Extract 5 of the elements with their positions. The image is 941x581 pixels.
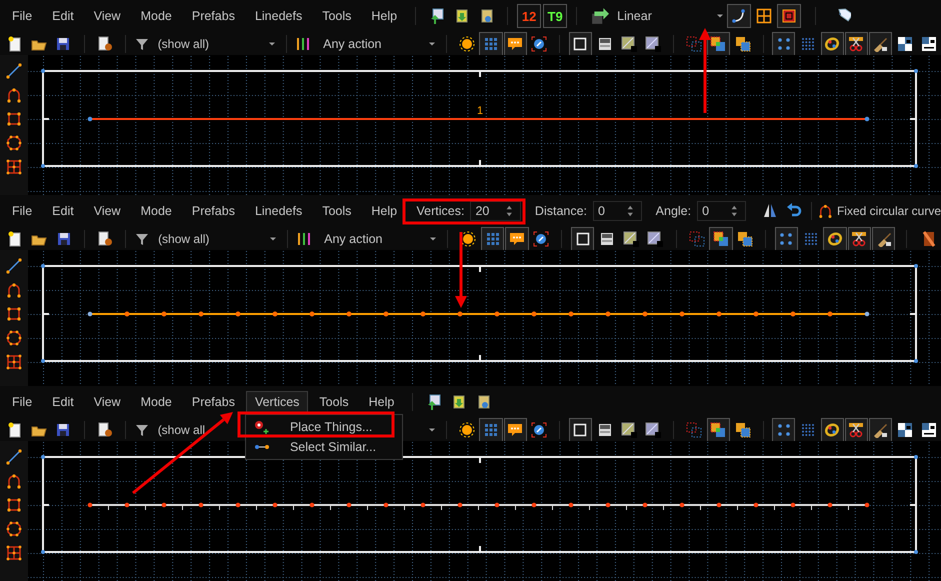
field-label: Vertices:	[416, 204, 464, 218]
linedef-number: 1	[476, 105, 484, 117]
field-label: Angle:	[656, 204, 692, 218]
curve-preset-label: Fixed circular curve	[836, 204, 941, 218]
field-label: Distance:	[534, 204, 588, 218]
